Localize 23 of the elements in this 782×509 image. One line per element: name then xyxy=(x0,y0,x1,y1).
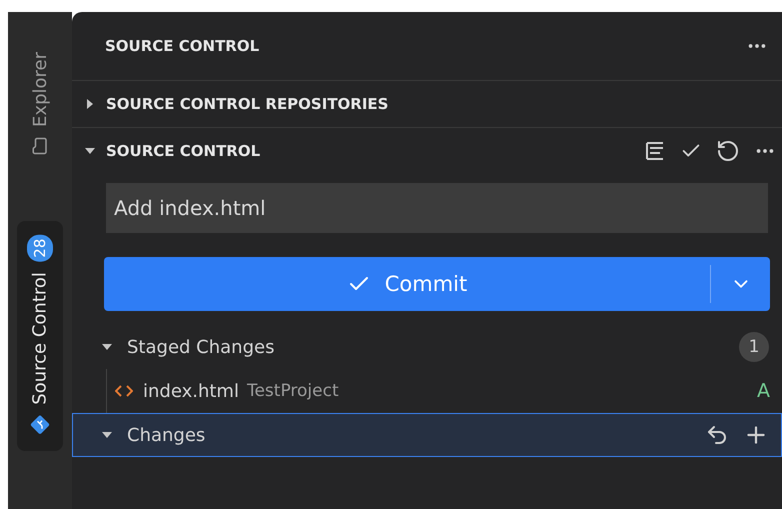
status-letter: A xyxy=(757,380,770,402)
group-row[interactable]: Staged Changes 1 xyxy=(72,325,782,369)
count-badge: 28 xyxy=(27,234,53,262)
refresh-icon[interactable] xyxy=(716,139,740,163)
list-icon[interactable] xyxy=(644,140,666,162)
code-icon xyxy=(115,384,133,398)
group-label: Staged Changes xyxy=(127,336,276,358)
activity-label: Source Control xyxy=(30,272,50,405)
group-row[interactable]: Changes xyxy=(72,413,782,457)
section-title[interactable]: SOURCE CONTROL xyxy=(106,142,634,160)
activity-tab[interactable]: Source Control 28 xyxy=(17,220,63,451)
folder-icon xyxy=(31,136,49,155)
count-badge: 1 xyxy=(739,332,769,362)
commit-message-field[interactable]: Add index.html xyxy=(106,183,768,233)
activity-label: Explorer xyxy=(30,52,50,127)
panel-title: SOURCE CONTROL xyxy=(105,37,260,55)
activity-tab[interactable]: Explorer xyxy=(17,52,63,155)
file-name: index.html xyxy=(143,380,239,402)
folder-name: TestProject xyxy=(246,381,340,401)
section-title[interactable]: SOURCE CONTROL REPOSITORIES xyxy=(106,95,776,113)
discard-icon[interactable] xyxy=(705,423,729,447)
group-label: Changes xyxy=(127,424,206,446)
commit-button[interactable]: Commit xyxy=(104,257,710,311)
